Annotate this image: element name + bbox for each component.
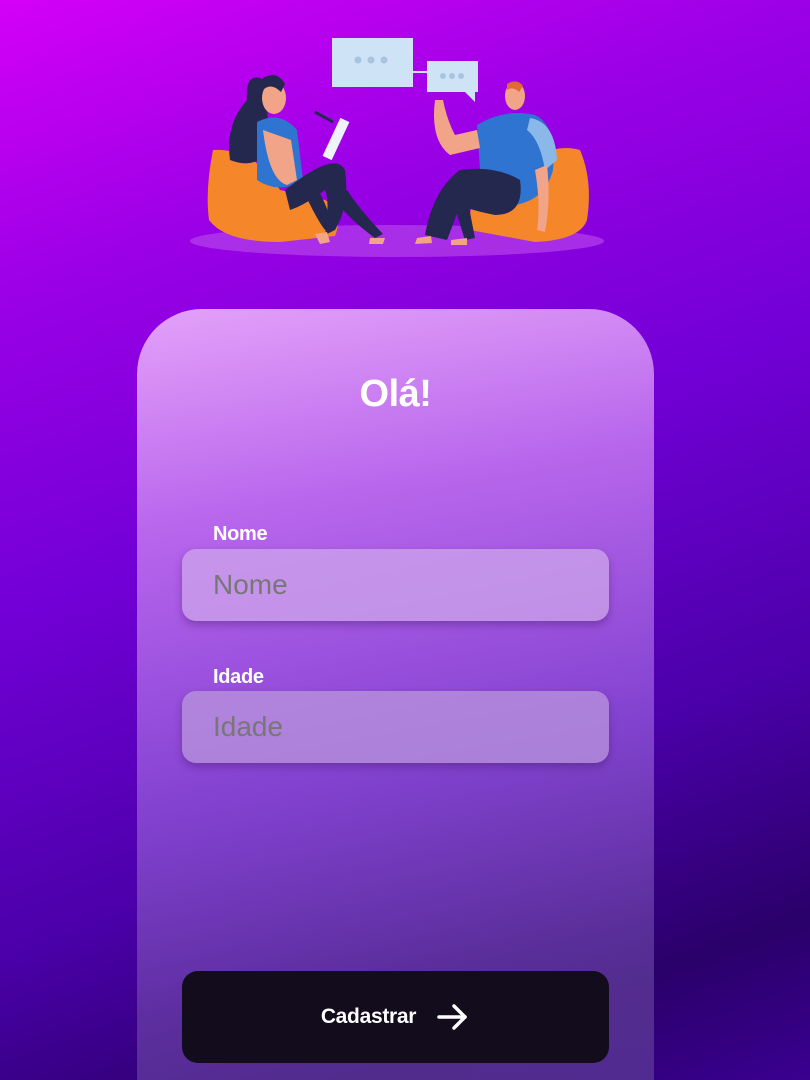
signup-card: Olá! Nome Idade Cadastrar [137,309,654,1080]
name-input[interactable] [182,549,609,621]
age-input[interactable] [182,691,609,763]
age-label: Idade [213,666,264,688]
speech-bubble-small-icon [427,61,478,102]
chat-illustration [190,38,604,257]
arrow-right-icon [436,1003,470,1031]
page-title: Olá! [359,373,432,415]
submit-label: Cadastrar [320,1005,417,1028]
name-label: Nome [213,523,268,545]
submit-button[interactable]: Cadastrar [182,971,609,1063]
speech-bubble-large-icon [332,38,413,87]
